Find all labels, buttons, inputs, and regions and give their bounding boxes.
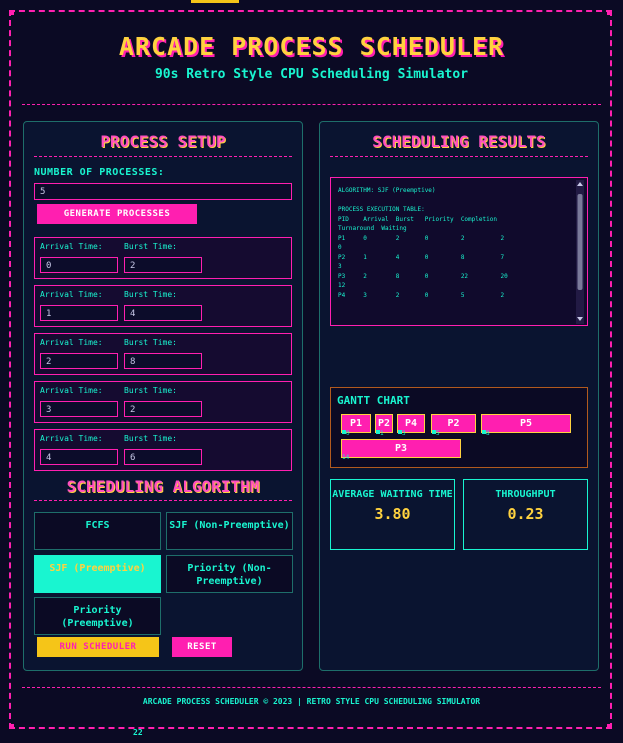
gantt-block: P3 [341,439,461,458]
gantt-tick-label: 8 [486,430,490,437]
algo-priority-nonpreemptive-button[interactable]: Priority (Non-Preemptive) [166,555,293,593]
frame-corner [607,10,612,15]
arrival-time-label: Arrival Time: [40,386,103,395]
burst-time-input[interactable]: 2 [124,401,202,417]
arrival-time-input[interactable]: 3 [40,401,118,417]
process-row: Arrival Time: Burst Time: 2 8 [34,333,292,375]
algo-fcfs-button[interactable]: FCFS [34,512,161,550]
page-title: ARCADE PROCESS SCHEDULER [118,32,505,61]
gantt-tick-label: 0 [346,430,350,437]
gantt-tick-label: 14 [342,454,350,461]
footer-divider [22,687,601,688]
burst-time-label: Burst Time: [124,386,177,395]
burst-time-input[interactable]: 6 [124,449,202,465]
gantt-block: P5 [481,414,571,433]
reset-button[interactable]: RESET [172,637,232,657]
avg-waiting-value: 3.80 [374,505,411,523]
gantt-tick-label: 1 [380,430,384,437]
arrival-time-label: Arrival Time: [40,242,103,251]
process-row: Arrival Time: Burst Time: 4 6 [34,429,292,471]
algorithm-divider [34,500,292,501]
throughput-value: 0.23 [507,505,544,523]
gantt-end-tick: 22 [133,728,143,737]
arrival-time-input[interactable]: 2 [40,353,118,369]
run-scheduler-button[interactable]: RUN SCHEDULER [37,637,159,657]
process-row: Arrival Time: Burst Time: 0 2 [34,237,292,279]
frame-corner [9,10,14,15]
algo-priority-preemptive-button[interactable]: Priority (Preemptive) [34,597,161,635]
arrival-time-label: Arrival Time: [40,434,103,443]
results-output[interactable]: ALGORITHM: SJF (Preemptive) PROCESS EXEC… [330,177,588,326]
page-subtitle: 90s Retro Style CPU Scheduling Simulator [154,67,469,82]
algo-sjf-nonpreemptive-button[interactable]: SJF (Non-Preemptive) [166,512,293,550]
algo-sjf-preemptive-button[interactable]: SJF (Preemptive) [34,555,161,593]
gantt-tick-label: 5 [436,430,440,437]
results-divider [330,156,588,157]
arrival-time-label: Arrival Time: [40,290,103,299]
top-accent-bar [191,0,239,3]
burst-time-label: Burst Time: [124,242,177,251]
num-processes-input[interactable]: 5 [34,183,292,200]
arrival-time-label: Arrival Time: [40,338,103,347]
burst-time-input[interactable]: 8 [124,353,202,369]
burst-time-input[interactable]: 4 [124,305,202,321]
header-divider [22,104,601,105]
process-setup-title: PROCESS SETUP [100,132,226,151]
burst-time-label: Burst Time: [124,290,177,299]
burst-time-label: Burst Time: [124,434,177,443]
burst-time-label: Burst Time: [124,338,177,347]
results-text: ALGORITHM: SJF (Preemptive) PROCESS EXEC… [338,187,508,299]
frame-corner [9,724,14,729]
burst-time-input[interactable]: 2 [124,257,202,273]
throughput-card: THROUGHPUT 0.23 [463,479,588,550]
process-row: Arrival Time: Burst Time: 3 2 [34,381,292,423]
throughput-label: THROUGHPUT [495,489,556,500]
arrival-time-input[interactable]: 0 [40,257,118,273]
gantt-tick-label: 3 [402,430,406,437]
gantt-title: GANTT CHART [337,394,410,407]
arrival-time-input[interactable]: 4 [40,449,118,465]
arrival-time-input[interactable]: 1 [40,305,118,321]
generate-processes-button[interactable]: GENERATE PROCESSES [37,204,197,224]
results-title: SCHEDULING RESULTS [372,132,546,151]
footer-text: ARCADE PROCESS SCHEDULER © 2023 | RETRO … [142,697,481,706]
avg-waiting-card: AVERAGE WAITING TIME 3.80 [330,479,455,550]
process-row: Arrival Time: Burst Time: 1 4 [34,285,292,327]
frame-corner [607,724,612,729]
avg-waiting-label: AVERAGE WAITING TIME [332,489,453,500]
results-scrollbar[interactable] [575,180,585,324]
setup-divider [34,156,292,157]
num-processes-label: NUMBER OF PROCESSES: [34,167,165,178]
algorithm-title: SCHEDULING ALGORITHM [66,477,260,496]
